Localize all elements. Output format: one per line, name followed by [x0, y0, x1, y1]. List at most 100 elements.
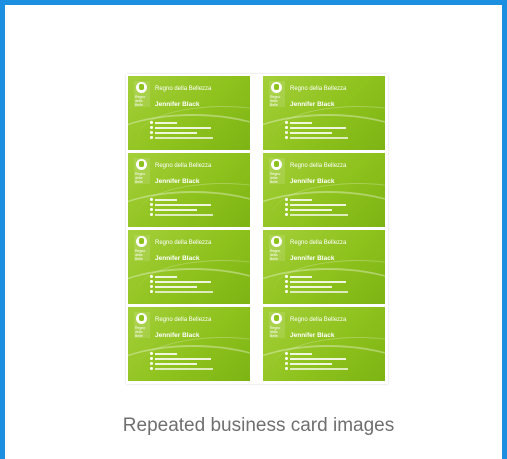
card-person-name: Jennifer Black [290, 255, 335, 262]
business-card: Regno della Belle Regno della Bellezza J… [128, 76, 250, 150]
phone-icon [285, 275, 288, 278]
card-contact-line [290, 214, 348, 216]
phone-icon [285, 352, 288, 355]
address-icon [285, 290, 288, 293]
card-contact-line [155, 353, 177, 355]
card-contact-line [155, 204, 211, 206]
address-icon [150, 290, 153, 293]
phone-icon [285, 121, 288, 124]
business-card-sheet-image: Regno della Belle Regno della Bellezza J… [126, 74, 388, 384]
card-company-name: Regno della Bellezza [290, 240, 347, 246]
address-icon [150, 136, 153, 139]
card-person-name: Jennifer Black [155, 255, 200, 262]
card-contact-line [155, 209, 197, 211]
card-contact-line [290, 276, 312, 278]
card-emblem-icon [136, 159, 147, 170]
address-icon [285, 367, 288, 370]
card-contact-line [290, 286, 332, 288]
address-icon [150, 367, 153, 370]
card-person-name: Jennifer Black [290, 332, 335, 339]
card-contact-line [290, 209, 332, 211]
web-icon [285, 208, 288, 211]
card-company-name: Regno della Bellezza [155, 163, 212, 169]
card-logo-text: Regno della Belle [270, 326, 281, 338]
card-emblem-icon [271, 159, 282, 170]
email-icon [285, 126, 288, 129]
web-icon [150, 131, 153, 134]
card-contact-line [290, 363, 332, 365]
card-person-name: Jennifer Black [155, 101, 200, 108]
business-card: Regno della Belle Regno della Bellezza J… [263, 76, 385, 150]
web-icon [150, 208, 153, 211]
email-icon [285, 280, 288, 283]
card-contact-line [155, 127, 211, 129]
card-logo-text: Regno della Belle [135, 95, 146, 107]
web-icon [150, 362, 153, 365]
web-icon [150, 285, 153, 288]
card-emblem-icon [136, 236, 147, 247]
card-company-name: Regno della Bellezza [290, 317, 347, 323]
card-contact-line [155, 281, 211, 283]
card-emblem-icon [136, 313, 147, 324]
card-company-name: Regno della Bellezza [155, 86, 212, 92]
email-icon [150, 280, 153, 283]
business-card: Regno della Belle Regno della Bellezza J… [128, 230, 250, 304]
card-contact-line [290, 137, 348, 139]
email-icon [150, 357, 153, 360]
card-contact-line [155, 368, 213, 370]
card-contact-line [290, 281, 346, 283]
card-person-name: Jennifer Black [290, 178, 335, 185]
card-contact-line [290, 127, 346, 129]
card-company-name: Regno della Bellezza [155, 240, 212, 246]
phone-icon [285, 198, 288, 201]
card-contact-line [155, 291, 213, 293]
business-card: Regno della Belle Regno della Bellezza J… [263, 230, 385, 304]
card-contact-line [155, 363, 197, 365]
card-company-name: Regno della Bellezza [290, 86, 347, 92]
card-contact-line [290, 368, 348, 370]
business-card: Regno della Belle Regno della Bellezza J… [128, 153, 250, 227]
address-icon [150, 213, 153, 216]
email-icon [285, 357, 288, 360]
card-logo-text: Regno della Belle [270, 95, 281, 107]
card-contact-line [155, 122, 177, 124]
address-icon [285, 213, 288, 216]
card-emblem-icon [271, 236, 282, 247]
card-contact-line [290, 132, 332, 134]
card-logo-text: Regno della Belle [270, 249, 281, 261]
business-card: Regno della Belle Regno della Bellezza J… [263, 307, 385, 381]
phone-icon [150, 275, 153, 278]
card-contact-line [290, 358, 346, 360]
web-icon [285, 285, 288, 288]
card-contact-line [290, 199, 312, 201]
card-person-name: Jennifer Black [155, 178, 200, 185]
web-icon [285, 131, 288, 134]
card-logo-text: Regno della Belle [135, 249, 146, 261]
card-company-name: Regno della Bellezza [155, 317, 212, 323]
card-logo-text: Regno della Belle [135, 326, 146, 338]
card-contact-line [155, 132, 197, 134]
card-contact-line [155, 214, 213, 216]
card-person-name: Jennifer Black [290, 101, 335, 108]
phone-icon [150, 352, 153, 355]
card-contact-line [155, 199, 177, 201]
card-contact-line [155, 286, 197, 288]
email-icon [150, 126, 153, 129]
card-emblem-icon [271, 82, 282, 93]
card-logo-text: Regno della Belle [135, 172, 146, 184]
phone-icon [150, 198, 153, 201]
card-logo-text: Regno della Belle [270, 172, 281, 184]
card-emblem-icon [271, 313, 282, 324]
web-icon [285, 362, 288, 365]
card-company-name: Regno della Bellezza [290, 163, 347, 169]
card-contact-line [290, 204, 346, 206]
card-contact-line [290, 291, 348, 293]
card-contact-line [290, 353, 312, 355]
business-card: Regno della Belle Regno della Bellezza J… [128, 307, 250, 381]
business-card: Regno della Belle Regno della Bellezza J… [263, 153, 385, 227]
image-frame: Regno della Belle Regno della Bellezza J… [0, 0, 507, 459]
image-caption: Repeated business card images [122, 415, 395, 436]
phone-icon [150, 121, 153, 124]
email-icon [150, 203, 153, 206]
card-emblem-icon [136, 82, 147, 93]
